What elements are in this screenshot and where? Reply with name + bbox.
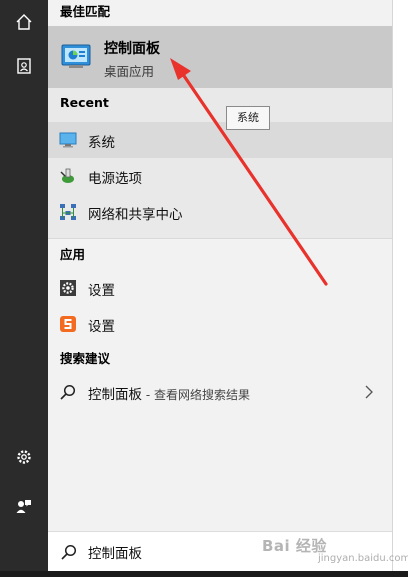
watermark-url: jingyan.baidu.com [318, 553, 408, 564]
annotation-arrow [170, 58, 328, 286]
